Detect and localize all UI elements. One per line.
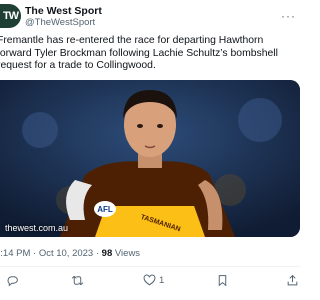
tweet-media[interactable]: AFL TASMANIAN thewest.com.au [0,80,300,237]
account-handle[interactable]: @TheWestSport [25,17,95,28]
divider [0,266,300,267]
tweet-timestamp[interactable]: 3:14 PM · Oct 10, 2023 · [0,248,102,259]
retweet-button[interactable] [71,274,87,287]
like-icon [143,274,156,286]
bookmark-icon [218,275,227,287]
tweet-header: TW The West Sport @TheWestSport ··· [0,3,300,29]
like-button[interactable]: 1 [143,274,164,287]
bookmark-button[interactable] [216,274,229,287]
action-bar: 1 [0,272,300,292]
reply-button[interactable] [6,274,22,287]
media-source-label: thewest.com.au [5,223,69,233]
retweet-icon [71,275,84,286]
player-photo: AFL TASMANIAN [0,80,300,237]
tweet-text: Fremantle has re-entered the race for de… [0,35,278,72]
views-count: 98 [101,248,113,259]
share-icon [287,274,298,286]
avatar[interactable]: TW [0,4,21,28]
like-count: 1 [159,275,165,286]
account-name[interactable]: The West Sport [25,5,102,17]
share-button[interactable] [286,274,299,287]
afl-badge: AFL [97,205,113,214]
more-icon[interactable]: ··· [281,9,296,23]
views-label: Views [112,248,141,259]
reply-icon [7,276,18,287]
tweet-meta: 3:14 PM · Oct 10, 2023 · 98 Views [0,248,140,259]
